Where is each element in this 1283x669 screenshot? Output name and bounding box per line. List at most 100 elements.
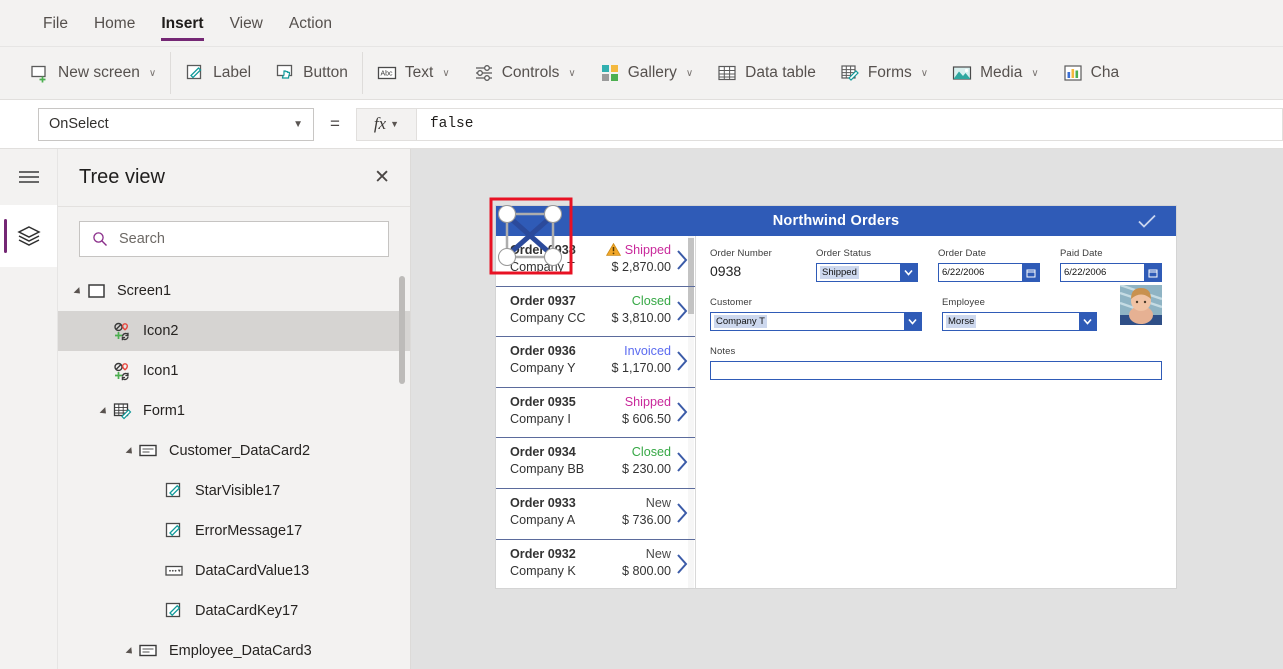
tree-node-employee_datacard3[interactable]: Employee_DataCard3 bbox=[58, 631, 410, 666]
menu-item-action[interactable]: Action bbox=[276, 0, 345, 47]
menu-item-view[interactable]: View bbox=[217, 0, 276, 47]
checkmark-icon[interactable] bbox=[1136, 212, 1158, 230]
charts-button[interactable]: Cha bbox=[1051, 47, 1131, 99]
chevron-right-icon[interactable] bbox=[675, 350, 689, 372]
tree-node-icon1[interactable]: Icon1 bbox=[58, 351, 410, 391]
customer-dropdown[interactable]: Company T bbox=[710, 312, 922, 331]
tree-node-screen1[interactable]: Screen1 bbox=[58, 271, 410, 311]
ribbon-group-basic: Label Button bbox=[173, 47, 360, 99]
property-dropdown[interactable]: OnSelect ▼ bbox=[38, 107, 314, 141]
gallery-row[interactable]: Order 0933 New Company A $ 736.00 bbox=[496, 489, 695, 540]
order-date-picker[interactable]: 6/22/2006 bbox=[938, 263, 1040, 282]
notes-input[interactable] bbox=[710, 361, 1162, 380]
employee-label: Employee bbox=[942, 297, 986, 308]
tree-node-icon2[interactable]: Icon2 bbox=[58, 311, 410, 351]
label-button[interactable]: Label bbox=[173, 47, 263, 99]
tree-node-datacardkey17[interactable]: DataCardKey17 bbox=[58, 591, 410, 631]
tree-node-errormessage17[interactable]: ErrorMessage17 bbox=[58, 511, 410, 551]
chevron-down-icon: ∨ bbox=[920, 67, 929, 79]
menu-item-home[interactable]: Home bbox=[81, 0, 148, 47]
close-icon[interactable]: ✕ bbox=[374, 168, 390, 187]
new-screen-icon bbox=[31, 65, 46, 83]
forms-button[interactable]: Forms ∨ bbox=[828, 47, 940, 99]
search-input[interactable]: Search bbox=[79, 221, 389, 257]
order-number-label: Order Number bbox=[710, 248, 772, 259]
text-button[interactable]: Abc Text ∨ bbox=[365, 47, 462, 99]
hamburger-icon bbox=[18, 171, 39, 183]
expand-collapse-twisty[interactable] bbox=[68, 287, 86, 297]
gallery-row[interactable]: Order 0938 Shipped Company T $ 2,870.00 bbox=[496, 236, 695, 287]
gallery-status-wrap: Closed bbox=[632, 443, 671, 461]
charts-icon bbox=[1064, 65, 1082, 81]
hamburger-menu-button[interactable] bbox=[0, 149, 57, 205]
gallery-icon bbox=[601, 65, 618, 81]
data-table-button[interactable]: Data table bbox=[705, 47, 828, 99]
gallery-company: Company Y bbox=[510, 361, 576, 376]
gallery-row-line-1: Order 0938 Shipped bbox=[510, 241, 671, 259]
chevron-down-icon bbox=[1079, 313, 1096, 330]
gallery-row[interactable]: Order 0935 Shipped Company I $ 606.50 bbox=[496, 388, 695, 439]
button-button[interactable]: Button bbox=[263, 47, 360, 99]
expand-collapse-twisty[interactable] bbox=[120, 447, 138, 457]
chevron-right-icon[interactable] bbox=[675, 401, 689, 423]
employee-photo bbox=[1120, 285, 1162, 325]
avatar bbox=[1120, 285, 1162, 325]
chevron-right-icon[interactable] bbox=[675, 553, 689, 575]
employee-dropdown[interactable]: Morse bbox=[942, 312, 1097, 331]
new-screen-button[interactable]: New screen ∨ bbox=[0, 47, 168, 99]
formula-input[interactable]: false bbox=[415, 107, 1283, 141]
orders-gallery[interactable]: Order 0938 Shipped Company T $ 2,870.00 Orde… bbox=[496, 236, 696, 588]
order-status-field: Order Status Shipped bbox=[816, 248, 918, 282]
chevron-down-icon: ▼ bbox=[390, 119, 400, 129]
tree-scrollbar[interactable] bbox=[399, 276, 405, 384]
chevron-right-icon[interactable] bbox=[675, 300, 689, 322]
menu-item-insert[interactable]: Insert bbox=[148, 0, 216, 47]
gallery-row[interactable]: Order 0936 Invoiced Company Y $ 1,170.00 bbox=[496, 337, 695, 388]
order-date-value: 6/22/2006 bbox=[942, 267, 985, 278]
paid-date-picker[interactable]: 6/22/2006 bbox=[1060, 263, 1162, 282]
new-screen-label: New screen bbox=[58, 64, 140, 81]
gallery-order-number: Order 0936 bbox=[510, 344, 576, 359]
gallery-button[interactable]: Gallery ∨ bbox=[588, 47, 705, 99]
gallery-row[interactable]: Order 0932 New Company K $ 800.00 bbox=[496, 540, 695, 588]
tree-node-label: DataCardKey17 bbox=[195, 603, 299, 619]
data-table-icon bbox=[718, 65, 736, 81]
tree-node-form1[interactable]: Form1 bbox=[58, 391, 410, 431]
gallery-order-number: Order 0933 bbox=[510, 495, 576, 510]
chevron-right-icon[interactable] bbox=[675, 451, 689, 473]
gallery-row-line-2: Company I $ 606.50 bbox=[510, 412, 671, 426]
gallery-row[interactable]: Order 0937 Closed Company CC $ 3,810.00 bbox=[496, 287, 695, 338]
gallery-row-line-1: Order 0933 New bbox=[510, 494, 671, 512]
calendar-icon bbox=[1022, 264, 1039, 281]
search-placeholder: Search bbox=[119, 231, 165, 247]
tree-search-wrapper: Search bbox=[58, 207, 410, 271]
button-icon bbox=[276, 64, 293, 79]
ribbon-divider bbox=[361, 52, 363, 94]
rail-item-tree-view[interactable] bbox=[0, 205, 57, 267]
expand-collapse-twisty[interactable] bbox=[120, 647, 138, 657]
menu-item-file[interactable]: File bbox=[30, 0, 81, 47]
gallery-company: Company A bbox=[510, 512, 576, 527]
gallery-row[interactable]: Order 0934 Closed Company BB $ 230.00 bbox=[496, 438, 695, 489]
tree-node-customer_datacard2[interactable]: Customer_DataCard2 bbox=[58, 431, 410, 471]
media-button[interactable]: Media ∨ bbox=[940, 47, 1051, 99]
order-status-dropdown[interactable]: Shipped bbox=[816, 263, 918, 282]
gallery-row-line-1: Order 0936 Invoiced bbox=[510, 342, 671, 360]
chevron-right-icon[interactable] bbox=[675, 249, 689, 271]
gallery-status-wrap: New bbox=[646, 494, 671, 512]
chevron-right-icon[interactable] bbox=[675, 502, 689, 524]
controls-button[interactable]: Controls ∨ bbox=[462, 47, 588, 99]
fx-button[interactable]: fx ▼ bbox=[355, 107, 416, 141]
gallery-amount: $ 1,170.00 bbox=[611, 361, 671, 376]
expand-collapse-twisty[interactable] bbox=[94, 407, 112, 417]
tree-node-label: StarVisible17 bbox=[195, 483, 281, 499]
tree-node-list: Screen1 Icon2 Icon1 Form1 Customer_DataCard2… bbox=[58, 271, 410, 666]
text-icon: Abc bbox=[377, 66, 397, 80]
data-table-button-label: Data table bbox=[745, 64, 816, 81]
gallery-order-number: Order 0932 bbox=[510, 546, 576, 561]
tree-node-datacardvalue13[interactable]: DataCardValue13 bbox=[58, 551, 410, 591]
tree-node-label: ErrorMessage17 bbox=[195, 523, 303, 539]
tree-node-starvisible17[interactable]: StarVisible17 bbox=[58, 471, 410, 511]
order-date-label: Order Date bbox=[938, 248, 986, 259]
gallery-row-line-2: Company Y $ 1,170.00 bbox=[510, 361, 671, 375]
